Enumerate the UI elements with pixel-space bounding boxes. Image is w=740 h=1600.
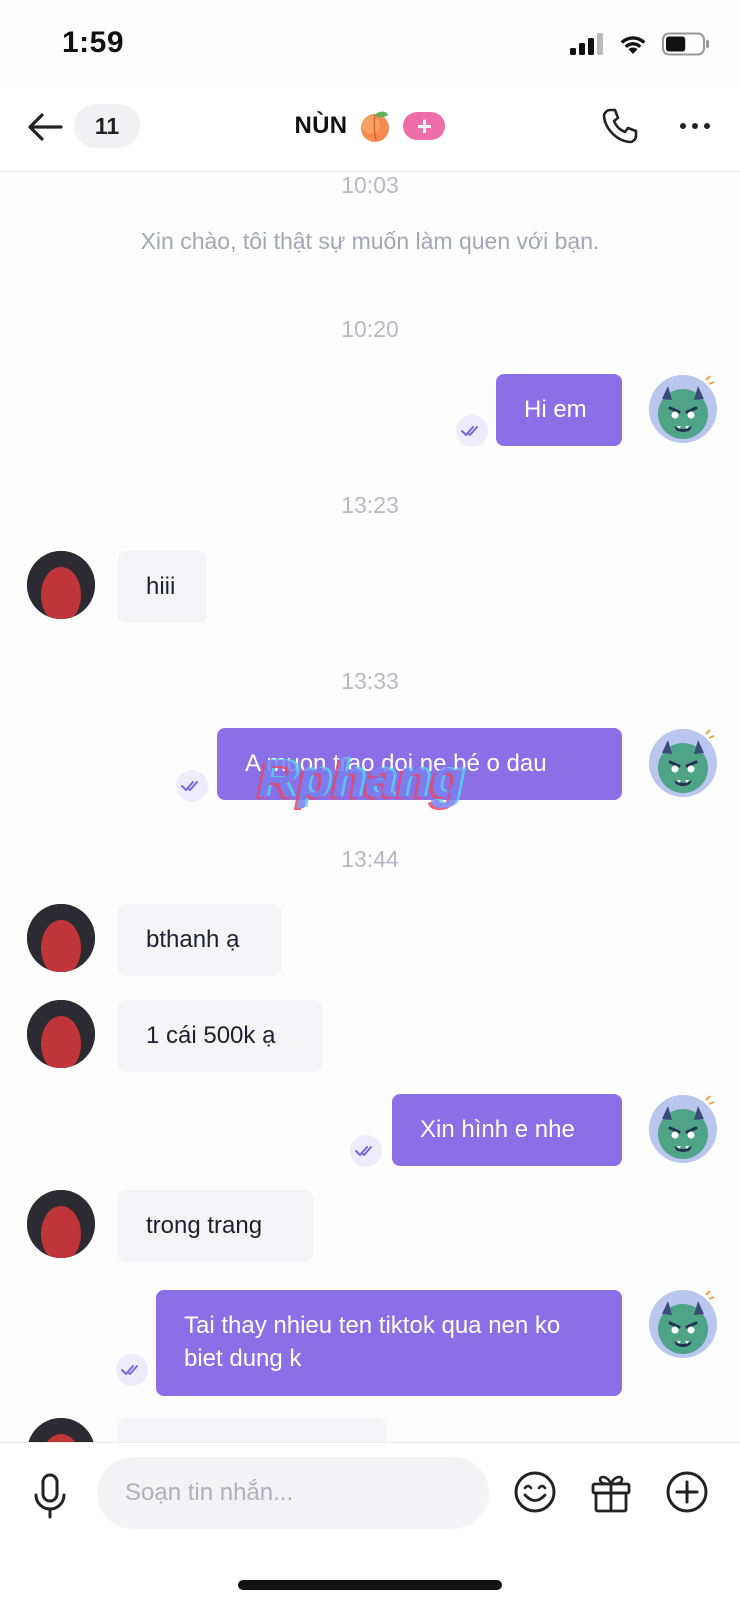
- timestamp: 13:23: [341, 492, 399, 518]
- timestamp: 10:20: [341, 316, 399, 342]
- outgoing-message[interactable]: Xin hình e nhe: [392, 1094, 622, 1166]
- monster-avatar-icon: [649, 1290, 717, 1358]
- contact-avatar[interactable]: [27, 1418, 95, 1442]
- add-friend-badge[interactable]: +: [403, 112, 446, 140]
- more-options-button[interactable]: [670, 104, 720, 148]
- emoji-smile-icon: [514, 1471, 556, 1513]
- contact-avatar[interactable]: [27, 1190, 95, 1258]
- home-indicator[interactable]: [238, 1580, 502, 1590]
- contact-avatar[interactable]: [27, 551, 95, 619]
- timestamp: 13:44: [341, 846, 399, 872]
- plus-circle-icon: [666, 1471, 708, 1513]
- more-dot: [680, 123, 686, 129]
- microphone-icon: [34, 1473, 66, 1519]
- peach-emoji-icon: [361, 111, 390, 142]
- message-input[interactable]: [97, 1457, 489, 1529]
- timestamp: 13:33: [341, 668, 399, 694]
- contact-avatar[interactable]: [27, 1000, 95, 1068]
- gift-button[interactable]: [588, 1469, 634, 1515]
- contact-avatar-image: [27, 1190, 95, 1258]
- incoming-message[interactable]: 1 cái 500k ạ: [118, 1000, 322, 1072]
- incoming-message[interactable]: bthanh ạ: [118, 904, 281, 976]
- contact-avatar-image: [27, 1418, 95, 1442]
- my-avatar[interactable]: [648, 374, 718, 444]
- incoming-message[interactable]: trong trang: [118, 1190, 313, 1262]
- contact-name: NÙN: [294, 112, 348, 139]
- contact-avatar-image: [27, 1000, 95, 1068]
- voice-message-button[interactable]: [28, 1471, 72, 1521]
- add-attachment-button[interactable]: [664, 1469, 710, 1515]
- wifi-icon: [620, 36, 646, 54]
- battery-icon: [662, 32, 709, 56]
- phone-icon: [602, 108, 638, 144]
- more-dot: [704, 123, 710, 129]
- emoji-button[interactable]: [512, 1469, 558, 1515]
- my-avatar[interactable]: [648, 1289, 718, 1359]
- system-message: Xin chào, tôi thật sự muốn làm quen với …: [140, 228, 600, 254]
- my-avatar[interactable]: [648, 728, 718, 798]
- incoming-message[interactable]: hiii: [118, 551, 207, 623]
- status-bar: 1:59: [0, 0, 740, 90]
- read-receipt-icon: [176, 770, 208, 802]
- my-avatar[interactable]: [648, 1094, 718, 1164]
- read-receipt-icon: [350, 1135, 382, 1167]
- monster-avatar-icon: [649, 729, 717, 797]
- monster-avatar-icon: [649, 1095, 717, 1163]
- contact-avatar-image: [27, 551, 95, 619]
- cellular-signal-icon: [570, 33, 603, 55]
- outgoing-message[interactable]: Tai thay nhieu ten tiktok qua nen ko bie…: [156, 1290, 622, 1396]
- monster-avatar-icon: [649, 375, 717, 443]
- timestamp: 10:03: [341, 172, 399, 198]
- call-button[interactable]: [598, 104, 642, 148]
- read-receipt-icon: [116, 1354, 148, 1386]
- contact-avatar-image: [27, 904, 95, 972]
- composer-bar: [0, 1442, 740, 1600]
- chat-header: 11 NÙN +: [0, 90, 740, 172]
- more-dot: [692, 123, 698, 129]
- incoming-message-partial[interactable]: [118, 1418, 386, 1442]
- gift-icon: [591, 1475, 631, 1513]
- watermark-logo: Rphang: [258, 749, 465, 809]
- status-icons: [570, 32, 710, 56]
- read-receipt-icon: [456, 415, 488, 447]
- contact-avatar[interactable]: [27, 904, 95, 972]
- outgoing-message[interactable]: Hi em: [496, 374, 622, 446]
- status-time: 1:59: [62, 26, 125, 59]
